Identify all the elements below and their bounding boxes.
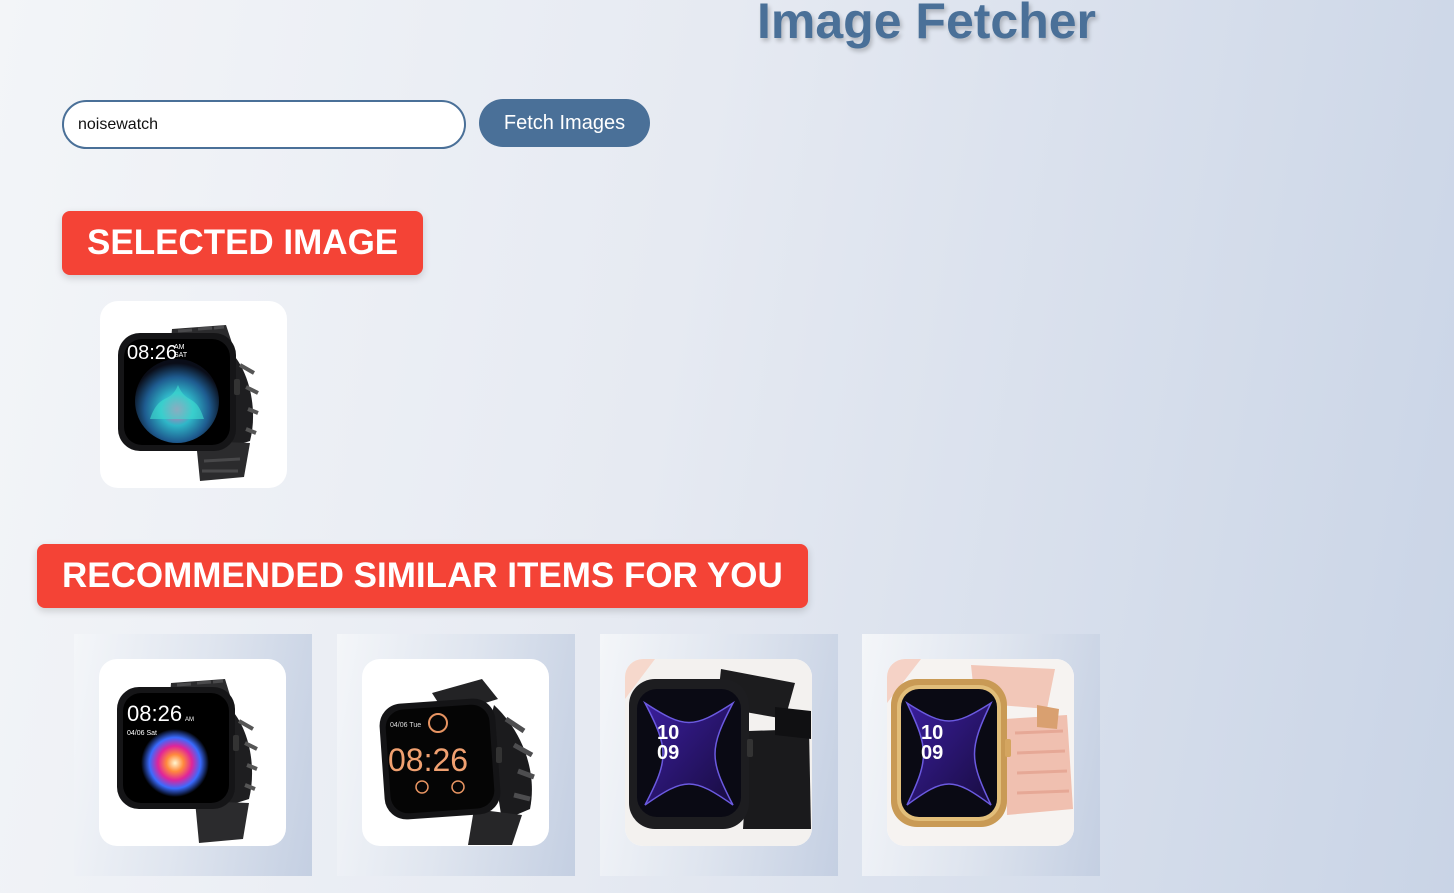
watch-time-text: 08:26 [127,342,177,364]
svg-text:04/06 Sat: 04/06 Sat [127,730,157,737]
recommended-item[interactable]: 10 09 [600,634,838,876]
recommended-heading: RECOMMENDED SIMILAR ITEMS FOR YOU [37,544,808,608]
page-title: Image Fetcher [757,0,1097,49]
fetch-images-button[interactable]: Fetch Images [479,99,650,147]
svg-text:AM: AM [185,717,194,723]
watch-time-text: 08:26 [388,742,468,778]
selected-watch-image[interactable]: 08:26 AM SAT [100,301,287,488]
svg-text:AM: AM [174,344,185,351]
search-input[interactable] [62,100,466,149]
watch-minute-text: 09 [921,742,943,764]
watch-hour-text: 10 [921,722,943,744]
selected-image-heading: SELECTED IMAGE [62,211,423,275]
recommended-watch-image[interactable]: 04/06 Tue 08:26 [362,659,549,846]
smartwatch-black-metal-orange-image: 04/06 Tue 08:26 [379,679,535,845]
recommended-item[interactable]: 08:26 AM 04/06 Sat [74,634,312,876]
watch-minute-text: 09 [657,742,679,764]
recommended-item[interactable]: 04/06 Tue 08:26 [337,634,575,876]
smartwatch-black-metal-image: 08:26 AM SAT [118,325,259,481]
smartwatch-black-silicone-image: 10 09 [625,659,812,846]
svg-text:SAT: SAT [174,352,188,359]
watch-hour-text: 10 [657,722,679,744]
svg-text:04/06 Tue: 04/06 Tue [390,722,421,729]
smartwatch-black-metal-image: 08:26 AM 04/06 Sat [117,679,258,843]
recommended-watch-image[interactable]: 10 09 [887,659,1074,846]
recommended-watch-image[interactable]: 10 09 [625,659,812,846]
watch-time-text: 08:26 [127,701,182,726]
recommended-watch-image[interactable]: 08:26 AM 04/06 Sat [99,659,286,846]
smartwatch-gold-pink-image: 10 09 [887,659,1074,846]
recommended-item[interactable]: 10 09 [862,634,1100,876]
